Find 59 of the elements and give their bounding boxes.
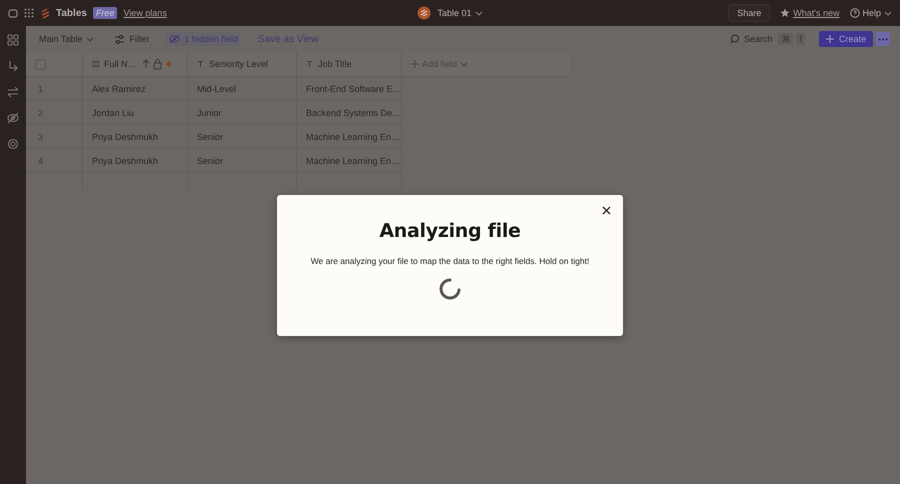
text-type-icon — [306, 60, 313, 68]
settings-icon — [7, 138, 19, 150]
hidden-eye-icon — [7, 112, 19, 124]
text-type-icon — [197, 60, 204, 68]
table-cell: Machine Learning En… — [297, 125, 402, 149]
view-plans-link[interactable]: View plans — [123, 8, 167, 18]
table-cell: Priya Deshmukh — [83, 149, 188, 173]
close-icon — [602, 206, 611, 215]
more-icon — [878, 38, 888, 40]
chevron-down-icon — [884, 10, 892, 16]
column-header[interactable]: Full N… — [104, 59, 137, 69]
table-cell: Jordan Liu — [83, 101, 188, 125]
chevron-down-icon — [460, 61, 468, 67]
share-button[interactable]: Share — [728, 4, 770, 22]
logo-icon — [40, 8, 50, 18]
table-title-menu[interactable]: Table 01 — [437, 8, 483, 18]
dialog-message: We are analyzing your file to map the data to the right fields. Hold on tight! — [310, 256, 590, 266]
hidden-eye-icon — [169, 34, 180, 44]
plan-badge: Free — [92, 7, 118, 19]
dialog-title: Analyzing file — [379, 220, 521, 242]
swap-icon — [7, 86, 19, 98]
filter-button[interactable]: Filter — [111, 32, 152, 46]
table-cell: Machine Learning En… — [297, 149, 402, 173]
table-cell: Front-End Software E… — [297, 77, 402, 101]
table-cell: Priya Deshmukh — [83, 125, 188, 149]
filter-icon — [114, 34, 126, 44]
close-button[interactable] — [600, 204, 613, 217]
whats-new-link[interactable]: What's new — [793, 8, 840, 18]
sort-up-icon — [142, 59, 150, 69]
arrow-icon — [7, 60, 19, 72]
plus-icon — [826, 35, 834, 43]
bolt-icon — [164, 59, 173, 69]
apps-icon — [7, 34, 19, 46]
table-cell: Mid-Level — [188, 77, 297, 101]
view-selector[interactable]: Main Table — [36, 32, 98, 46]
table-cell: Backend Systems De… — [297, 101, 402, 125]
lock-icon — [152, 58, 162, 70]
create-button[interactable]: Create — [818, 31, 873, 47]
chevron-down-icon — [474, 10, 483, 16]
help-menu[interactable]: Help — [850, 8, 892, 18]
column-header[interactable]: Seniority Level — [209, 59, 268, 69]
home-icon — [8, 8, 18, 18]
shortcut-key: ⌘ — [778, 33, 794, 45]
table-cell: Alex Ramirez — [83, 77, 188, 101]
more-button[interactable] — [876, 32, 890, 46]
chevron-down-icon — [86, 36, 94, 42]
field-type-icon — [92, 60, 99, 68]
search-button[interactable]: Search — [726, 32, 776, 46]
column-header[interactable]: Job Title — [318, 59, 352, 69]
grid-icon — [24, 8, 34, 18]
help-icon — [850, 8, 860, 18]
search-icon — [730, 34, 740, 44]
table-cell: Junior — [188, 101, 297, 125]
table-cell: Senior — [188, 125, 297, 149]
star-icon — [780, 8, 790, 18]
table-cell: Senior — [188, 149, 297, 173]
table-logo-icon — [417, 6, 432, 20]
app-name: Tables — [56, 8, 87, 18]
plus-icon — [411, 60, 419, 68]
